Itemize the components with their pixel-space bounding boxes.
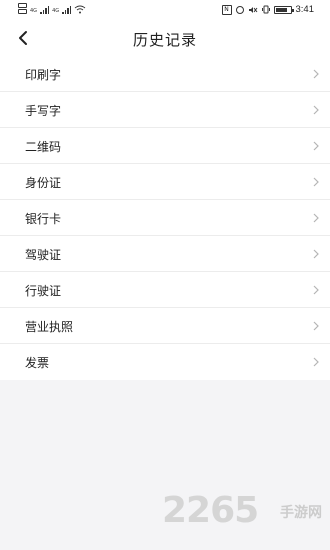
battery-icon xyxy=(273,5,294,14)
network-type-label: 4G xyxy=(52,8,60,14)
network-type-label: 4G xyxy=(30,8,38,14)
list-item[interactable]: 行驶证 xyxy=(0,272,330,308)
status-right-group: N 3:41 xyxy=(221,4,315,15)
list-item-label: 驾驶证 xyxy=(25,248,62,262)
chevron-right-icon xyxy=(313,357,319,367)
list-item[interactable]: 印刷字 xyxy=(0,56,330,92)
list-item[interactable]: 二维码 xyxy=(0,128,330,164)
app-screen: 4G 4G N 3:41 历史记录 印刷字 手写字 二维码 身份证 银行卡 驾驶… xyxy=(0,0,330,550)
battery-level-fill xyxy=(275,7,287,12)
list-item-label: 行驶证 xyxy=(25,284,62,298)
wifi-icon xyxy=(74,5,86,14)
list-item[interactable]: 手写字 xyxy=(0,92,330,128)
history-category-list: 印刷字手写字二维码身份证银行卡驾驶证行驶证营业执照发票 xyxy=(0,56,330,380)
list-item-label: 印刷字 xyxy=(25,68,62,82)
signal-strength-icon xyxy=(62,6,72,14)
alarm-icon xyxy=(235,5,244,14)
nfc-icon: N xyxy=(221,4,232,15)
signal-strength-icon xyxy=(40,6,50,14)
sim-icons xyxy=(18,3,27,14)
chevron-right-icon xyxy=(313,69,319,79)
list-item-label: 营业执照 xyxy=(25,320,74,334)
vibrate-icon xyxy=(261,5,270,14)
chevron-right-icon xyxy=(313,177,319,187)
status-time: 3:41 xyxy=(295,4,315,15)
list-item-label: 手写字 xyxy=(25,104,62,118)
list-item[interactable]: 营业执照 xyxy=(0,308,330,344)
chevron-right-icon xyxy=(313,213,319,223)
list-item-label: 二维码 xyxy=(25,140,62,154)
list-item[interactable]: 驾驶证 xyxy=(0,236,330,272)
list-item[interactable]: 发票 xyxy=(0,344,330,380)
chevron-right-icon xyxy=(313,105,319,115)
sim-card-icon xyxy=(18,9,27,14)
list-item[interactable]: 身份证 xyxy=(0,164,330,200)
app-header: 历史记录 xyxy=(0,20,330,56)
chevron-right-icon xyxy=(313,249,319,259)
chevron-right-icon xyxy=(313,321,319,331)
status-bar: 4G 4G N 3:41 xyxy=(0,0,330,20)
status-left-group: 4G 4G xyxy=(18,3,86,14)
page-title: 历史记录 xyxy=(132,31,197,49)
mute-icon xyxy=(248,6,257,13)
sim-card-icon xyxy=(18,3,27,8)
watermark-text: 手游网 xyxy=(280,505,322,521)
list-item-label: 银行卡 xyxy=(25,212,62,226)
list-item[interactable]: 银行卡 xyxy=(0,200,330,236)
chevron-right-icon xyxy=(313,141,319,151)
site-watermark-logo: 2265 手游网 xyxy=(162,490,322,538)
chevron-right-icon xyxy=(313,285,319,295)
list-item-label: 身份证 xyxy=(25,176,62,190)
list-item-label: 发票 xyxy=(25,356,50,370)
watermark-digits: 2265 xyxy=(162,490,259,531)
